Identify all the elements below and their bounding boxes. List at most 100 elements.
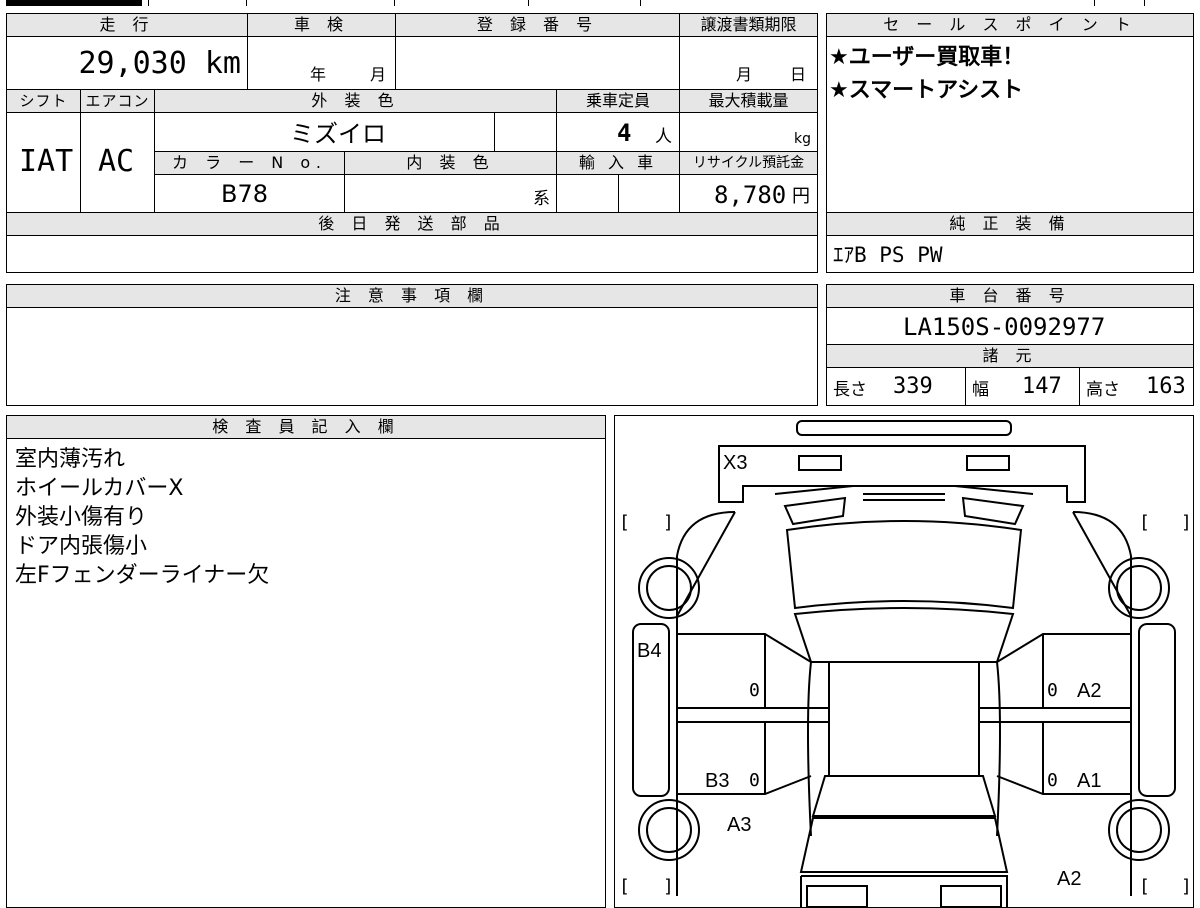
max-load-cell: kg	[679, 112, 818, 152]
later-parts-header: 後 日 発 送 部 品	[6, 212, 818, 236]
chassis-header: 車 台 番 号	[826, 284, 1194, 308]
import-cell-b	[618, 174, 680, 213]
damage-code-right-front-door: A2	[1077, 680, 1102, 702]
capacity-header: 乗車定員	[556, 89, 680, 113]
top-edge-tick	[148, 0, 149, 6]
transfer-deadline-cell: 月 日	[679, 36, 818, 90]
capacity-value: 4	[617, 119, 632, 147]
recycle-unit: 円	[792, 186, 810, 207]
spec-height-value: 163	[1146, 374, 1186, 399]
bracket-close: ]	[663, 512, 674, 533]
zero-mark: 0	[1047, 770, 1058, 791]
spec-width-cell: 幅 147	[965, 367, 1080, 406]
chassis-cell: LA150S-0092977	[826, 307, 1194, 345]
recycle-cell: 8,780 円	[679, 174, 818, 213]
exterior-color-extra-cell	[494, 112, 557, 152]
top-edge-tick	[1144, 0, 1145, 6]
inspector-note-line: ホイールカバーX	[15, 476, 184, 501]
inspector-note-line: ドア内張傷小	[15, 534, 148, 559]
shift-value: IAT	[19, 144, 74, 179]
top-edge-tick	[246, 0, 247, 6]
aircon-cell: AC	[80, 112, 155, 213]
damage-code-left-front-door: B4	[637, 640, 662, 662]
import-cell-a	[556, 174, 619, 213]
aircon-header: エアコン	[80, 89, 155, 113]
zero-mark: 0	[1047, 680, 1058, 701]
mileage-header: 走 行	[6, 13, 248, 37]
shift-cell: IAT	[6, 112, 81, 213]
interior-color-unit: 系	[533, 189, 550, 209]
caution-header: 注 意 事 項 欄	[6, 284, 818, 308]
damage-code-front: X3	[723, 452, 748, 474]
chassis-number: LA150S-0092977	[903, 313, 1106, 341]
caution-cell	[6, 307, 818, 406]
top-edge-tick	[1094, 0, 1095, 6]
sales-point-line: ★ユーザー買取車！	[829, 45, 1025, 70]
spec-height-cell: 高さ 163	[1079, 367, 1194, 406]
color-no-header: カ ラ ー N o.	[154, 151, 345, 175]
aircon-value: AC	[98, 144, 135, 179]
later-parts-cell	[6, 235, 818, 273]
damage-map-panel: [ ] [ ] [ ] [ ] 0 0 0 0 X3 B4 A2 B3 A1 A…	[614, 415, 1194, 908]
genuine-equipment-header: 純 正 装 備	[826, 212, 1194, 236]
spec-height-label: 高さ	[1086, 380, 1120, 400]
exterior-color-cell: ミズイロ	[154, 112, 495, 152]
inspection-month-unit: 月	[370, 65, 387, 84]
color-no-value: B78	[221, 180, 269, 208]
sales-points-cell: ★ユーザー買取車！ ★スマートアシスト	[826, 36, 1194, 213]
deadline-month-unit: 月	[736, 65, 753, 84]
shift-header: シフト	[6, 89, 81, 113]
recycle-value: 8,780	[714, 181, 787, 209]
top-edge-tick	[640, 0, 641, 6]
max-load-unit: kg	[794, 131, 811, 147]
top-edge-bar	[6, 0, 142, 6]
import-header: 輸 入 車	[556, 151, 680, 175]
genuine-equipment-cell: ｴｱB PS PW	[826, 235, 1194, 273]
spec-width-label: 幅	[972, 380, 989, 400]
bracket-open: [	[1139, 512, 1150, 533]
mileage-value: 29,030 km	[78, 46, 241, 81]
registration-cell	[395, 36, 680, 90]
bracket-close: ]	[1181, 512, 1192, 533]
registration-header: 登 録 番 号	[395, 13, 680, 37]
damage-code-right-rear-door: A1	[1077, 770, 1102, 792]
sales-points-header: セ ー ル ス ポ イ ン ト	[826, 13, 1194, 37]
inspector-note-line: 室内薄汚れ	[15, 447, 126, 472]
damage-code-left-rear-door: B3	[705, 770, 730, 792]
max-load-header: 最大積載量	[679, 89, 818, 113]
top-edge-tick	[394, 0, 395, 6]
bracket-close: ]	[1181, 876, 1192, 897]
transfer-deadline-header: 譲渡書類期限	[679, 13, 818, 37]
capacity-unit: 人	[655, 127, 672, 147]
damage-code-left-rear-quarter: A3	[727, 814, 752, 836]
bracket-open: [	[619, 876, 630, 897]
spec-length-cell: 長さ 339	[826, 367, 966, 406]
inspector-notes-cell: 室内薄汚れ ホイールカバーX 外装小傷有り ドア内張傷小 左Fフェンダーライナー…	[6, 438, 606, 908]
bracket-open: [	[1139, 876, 1150, 897]
spec-length-value: 339	[893, 374, 933, 399]
deadline-day-unit: 日	[790, 65, 807, 84]
damage-code-right-rear-quarter: A2	[1057, 868, 1082, 890]
inspector-note-line: 左Fフェンダーライナー欠	[15, 563, 270, 588]
sales-point-line: ★スマートアシスト	[829, 78, 1024, 103]
zero-mark: 0	[749, 770, 760, 791]
inspection-cell: 年 月	[247, 36, 396, 90]
inspection-header: 車 検	[247, 13, 396, 37]
car-outline-diagram	[632, 420, 1176, 907]
bracket-open: [	[619, 512, 630, 533]
mileage-cell: 29,030 km	[6, 36, 248, 90]
zero-mark: 0	[749, 680, 760, 701]
bracket-close: ]	[663, 876, 674, 897]
genuine-equipment-value: ｴｱB PS PW	[833, 243, 943, 267]
interior-color-header: 内 装 色	[344, 151, 557, 175]
top-edge-tick	[528, 0, 529, 6]
capacity-cell: 4 人	[556, 112, 680, 152]
spec-width-value: 147	[1022, 374, 1062, 399]
specs-header: 諸 元	[826, 344, 1194, 368]
inspector-notes-header: 検 査 員 記 入 欄	[6, 415, 606, 439]
exterior-color-value: ミズイロ	[290, 120, 386, 148]
inspection-year-unit: 年	[310, 65, 327, 84]
color-no-cell: B78	[154, 174, 345, 213]
inspector-note-line: 外装小傷有り	[15, 505, 148, 530]
exterior-color-header: 外 装 色	[154, 89, 557, 113]
